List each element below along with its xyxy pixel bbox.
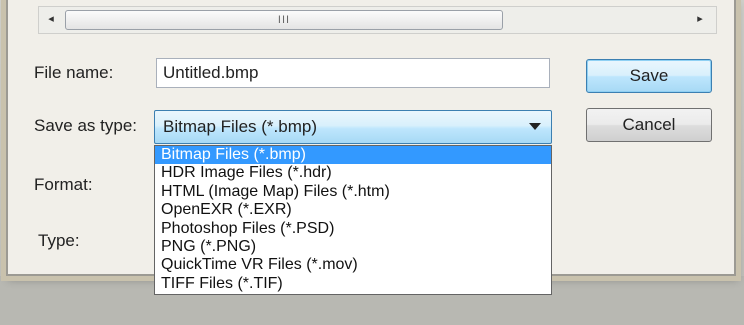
horizontal-scrollbar[interactable]: ◂ III ▸: [38, 6, 717, 34]
cancel-button[interactable]: Cancel: [586, 108, 712, 142]
save-as-type-dropdown-list[interactable]: Bitmap Files (*.bmp) HDR Image Files (*.…: [154, 145, 552, 295]
save-as-type-label: Save as type:: [34, 116, 138, 135]
type-label: Type:: [38, 231, 80, 250]
file-name-field[interactable]: Untitled.bmp: [156, 58, 550, 88]
chevron-down-icon[interactable]: [529, 123, 541, 130]
save-button[interactable]: Save: [586, 59, 712, 93]
dropdown-option-openexr[interactable]: OpenEXR (*.EXR): [155, 201, 551, 219]
dropdown-option-tiff[interactable]: TIFF Files (*.TIF): [155, 275, 551, 293]
dropdown-option-hdr[interactable]: HDR Image Files (*.hdr): [155, 164, 551, 182]
dropdown-option-html[interactable]: HTML (Image Map) Files (*.htm): [155, 183, 551, 201]
dropdown-option-quicktime[interactable]: QuickTime VR Files (*.mov): [155, 256, 551, 274]
save-as-type-value: Bitmap Files (*.bmp): [163, 117, 317, 136]
dropdown-option-png[interactable]: PNG (*.PNG): [155, 238, 551, 256]
dropdown-option-bitmap[interactable]: Bitmap Files (*.bmp): [155, 146, 551, 165]
scroll-left-arrow-icon[interactable]: ◂: [43, 11, 59, 27]
scroll-grip-icon: III: [277, 14, 291, 26]
scroll-thumb[interactable]: III: [65, 10, 503, 30]
format-label: Format:: [34, 175, 93, 194]
dropdown-option-photoshop[interactable]: Photoshop Files (*.PSD): [155, 220, 551, 238]
save-as-type-select[interactable]: Bitmap Files (*.bmp): [154, 110, 552, 144]
file-name-label: File name:: [34, 63, 114, 82]
scroll-right-arrow-icon[interactable]: ▸: [692, 11, 708, 27]
